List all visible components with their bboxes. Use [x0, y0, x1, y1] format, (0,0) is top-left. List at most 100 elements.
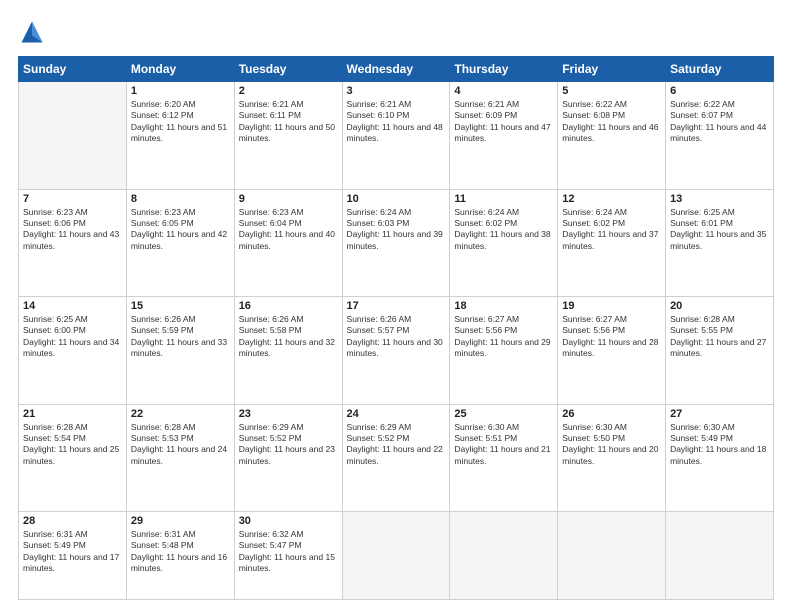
- calendar-cell: 13 Sunrise: 6:25 AMSunset: 6:01 PMDayligh…: [666, 189, 774, 297]
- day-detail: Sunrise: 6:30 AMSunset: 5:50 PMDaylight:…: [562, 422, 661, 468]
- day-detail: Sunrise: 6:25 AMSunset: 6:00 PMDaylight:…: [23, 314, 122, 360]
- weekday-header-wednesday: Wednesday: [342, 57, 450, 82]
- week-row-2: 7 Sunrise: 6:23 AMSunset: 6:06 PMDaylight…: [19, 189, 774, 297]
- calendar-cell: 16 Sunrise: 6:26 AMSunset: 5:58 PMDayligh…: [234, 297, 342, 405]
- day-number: 29: [131, 515, 230, 527]
- day-detail: Sunrise: 6:29 AMSunset: 5:52 PMDaylight:…: [239, 422, 338, 468]
- weekday-header-friday: Friday: [558, 57, 666, 82]
- day-number: 11: [454, 193, 553, 205]
- calendar-cell: 14 Sunrise: 6:25 AMSunset: 6:00 PMDayligh…: [19, 297, 127, 405]
- calendar-cell: 1 Sunrise: 6:20 AMSunset: 6:12 PMDaylight…: [126, 82, 234, 190]
- calendar-cell: 28 Sunrise: 6:31 AMSunset: 5:49 PMDayligh…: [19, 512, 127, 600]
- day-detail: Sunrise: 6:26 AMSunset: 5:57 PMDaylight:…: [347, 314, 446, 360]
- day-detail: Sunrise: 6:28 AMSunset: 5:54 PMDaylight:…: [23, 422, 122, 468]
- calendar-cell: [342, 512, 450, 600]
- day-number: 5: [562, 85, 661, 97]
- calendar-cell: 5 Sunrise: 6:22 AMSunset: 6:08 PMDaylight…: [558, 82, 666, 190]
- day-number: 15: [131, 300, 230, 312]
- day-detail: Sunrise: 6:26 AMSunset: 5:59 PMDaylight:…: [131, 314, 230, 360]
- calendar-cell: [19, 82, 127, 190]
- week-row-5: 28 Sunrise: 6:31 AMSunset: 5:49 PMDayligh…: [19, 512, 774, 600]
- calendar-cell: [450, 512, 558, 600]
- calendar-cell: 12 Sunrise: 6:24 AMSunset: 6:02 PMDayligh…: [558, 189, 666, 297]
- weekday-header-tuesday: Tuesday: [234, 57, 342, 82]
- day-detail: Sunrise: 6:26 AMSunset: 5:58 PMDaylight:…: [239, 314, 338, 360]
- day-number: 24: [347, 408, 446, 420]
- day-number: 19: [562, 300, 661, 312]
- day-number: 1: [131, 85, 230, 97]
- calendar-cell: 9 Sunrise: 6:23 AMSunset: 6:04 PMDaylight…: [234, 189, 342, 297]
- day-number: 7: [23, 193, 122, 205]
- day-detail: Sunrise: 6:23 AMSunset: 6:04 PMDaylight:…: [239, 207, 338, 253]
- day-detail: Sunrise: 6:21 AMSunset: 6:11 PMDaylight:…: [239, 99, 338, 145]
- day-detail: Sunrise: 6:27 AMSunset: 5:56 PMDaylight:…: [562, 314, 661, 360]
- logo: [18, 18, 50, 46]
- day-number: 12: [562, 193, 661, 205]
- calendar-cell: 25 Sunrise: 6:30 AMSunset: 5:51 PMDayligh…: [450, 404, 558, 512]
- day-number: 30: [239, 515, 338, 527]
- weekday-header-saturday: Saturday: [666, 57, 774, 82]
- week-row-4: 21 Sunrise: 6:28 AMSunset: 5:54 PMDayligh…: [19, 404, 774, 512]
- calendar-cell: 6 Sunrise: 6:22 AMSunset: 6:07 PMDaylight…: [666, 82, 774, 190]
- day-number: 13: [670, 193, 769, 205]
- calendar-cell: 30Sunrise: 6:32 AMSunset: 5:47 PMDayligh…: [234, 512, 342, 600]
- day-number: 9: [239, 193, 338, 205]
- calendar-cell: 15 Sunrise: 6:26 AMSunset: 5:59 PMDayligh…: [126, 297, 234, 405]
- header: [18, 18, 774, 46]
- day-detail: Sunrise: 6:24 AMSunset: 6:02 PMDaylight:…: [562, 207, 661, 253]
- day-number: 26: [562, 408, 661, 420]
- day-detail: Sunrise: 6:23 AMSunset: 6:06 PMDaylight:…: [23, 207, 122, 253]
- day-number: 2: [239, 85, 338, 97]
- day-number: 8: [131, 193, 230, 205]
- day-number: 17: [347, 300, 446, 312]
- weekday-header-sunday: Sunday: [19, 57, 127, 82]
- day-detail: Sunrise: 6:21 AMSunset: 6:09 PMDaylight:…: [454, 99, 553, 145]
- day-detail: Sunrise: 6:28 AMSunset: 5:55 PMDaylight:…: [670, 314, 769, 360]
- calendar-cell: 7 Sunrise: 6:23 AMSunset: 6:06 PMDaylight…: [19, 189, 127, 297]
- day-detail: Sunrise: 6:22 AMSunset: 6:08 PMDaylight:…: [562, 99, 661, 145]
- day-detail: Sunrise: 6:29 AMSunset: 5:52 PMDaylight:…: [347, 422, 446, 468]
- weekday-header-thursday: Thursday: [450, 57, 558, 82]
- day-detail: Sunrise: 6:28 AMSunset: 5:53 PMDaylight:…: [131, 422, 230, 468]
- day-number: 14: [23, 300, 122, 312]
- calendar-cell: 19 Sunrise: 6:27 AMSunset: 5:56 PMDayligh…: [558, 297, 666, 405]
- calendar-cell: 21 Sunrise: 6:28 AMSunset: 5:54 PMDayligh…: [19, 404, 127, 512]
- day-detail: Sunrise: 6:27 AMSunset: 5:56 PMDaylight:…: [454, 314, 553, 360]
- calendar-cell: 22 Sunrise: 6:28 AMSunset: 5:53 PMDayligh…: [126, 404, 234, 512]
- calendar-cell: [558, 512, 666, 600]
- calendar-cell: 20 Sunrise: 6:28 AMSunset: 5:55 PMDayligh…: [666, 297, 774, 405]
- day-detail: Sunrise: 6:30 AMSunset: 5:51 PMDaylight:…: [454, 422, 553, 468]
- day-detail: Sunrise: 6:23 AMSunset: 6:05 PMDaylight:…: [131, 207, 230, 253]
- day-detail: Sunrise: 6:24 AMSunset: 6:03 PMDaylight:…: [347, 207, 446, 253]
- calendar-cell: 4Sunrise: 6:21 AMSunset: 6:09 PMDaylight…: [450, 82, 558, 190]
- calendar-cell: 29 Sunrise: 6:31 AMSunset: 5:48 PMDayligh…: [126, 512, 234, 600]
- calendar-cell: 11 Sunrise: 6:24 AMSunset: 6:02 PMDayligh…: [450, 189, 558, 297]
- calendar-cell: 2 Sunrise: 6:21 AMSunset: 6:11 PMDaylight…: [234, 82, 342, 190]
- day-detail: Sunrise: 6:31 AMSunset: 5:49 PMDaylight:…: [23, 529, 122, 575]
- day-detail: Sunrise: 6:31 AMSunset: 5:48 PMDaylight:…: [131, 529, 230, 575]
- logo-icon: [18, 18, 46, 46]
- day-number: 22: [131, 408, 230, 420]
- day-detail: Sunrise: 6:24 AMSunset: 6:02 PMDaylight:…: [454, 207, 553, 253]
- calendar-cell: 27Sunrise: 6:30 AMSunset: 5:49 PMDayligh…: [666, 404, 774, 512]
- day-number: 16: [239, 300, 338, 312]
- day-number: 28: [23, 515, 122, 527]
- calendar-cell: 8 Sunrise: 6:23 AMSunset: 6:05 PMDaylight…: [126, 189, 234, 297]
- day-number: 18: [454, 300, 553, 312]
- calendar-cell: [666, 512, 774, 600]
- day-number: 23: [239, 408, 338, 420]
- week-row-1: 1 Sunrise: 6:20 AMSunset: 6:12 PMDaylight…: [19, 82, 774, 190]
- day-number: 25: [454, 408, 553, 420]
- calendar-cell: 26 Sunrise: 6:30 AMSunset: 5:50 PMDayligh…: [558, 404, 666, 512]
- day-detail: Sunrise: 6:22 AMSunset: 6:07 PMDaylight:…: [670, 99, 769, 145]
- calendar-cell: 18 Sunrise: 6:27 AMSunset: 5:56 PMDayligh…: [450, 297, 558, 405]
- day-number: 20: [670, 300, 769, 312]
- day-detail: Sunrise: 6:30 AMSunset: 5:49 PMDaylight:…: [670, 422, 769, 468]
- day-detail: Sunrise: 6:20 AMSunset: 6:12 PMDaylight:…: [131, 99, 230, 145]
- day-number: 3: [347, 85, 446, 97]
- day-number: 21: [23, 408, 122, 420]
- day-detail: Sunrise: 6:25 AMSunset: 6:01 PMDaylight:…: [670, 207, 769, 253]
- day-number: 6: [670, 85, 769, 97]
- day-detail: Sunrise: 6:21 AMSunset: 6:10 PMDaylight:…: [347, 99, 446, 145]
- calendar-cell: 17 Sunrise: 6:26 AMSunset: 5:57 PMDayligh…: [342, 297, 450, 405]
